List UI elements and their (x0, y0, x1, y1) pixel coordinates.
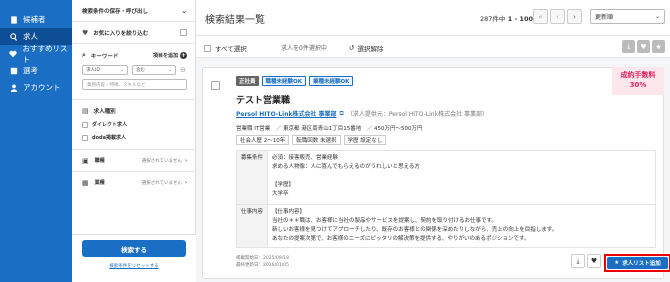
job-detail-table: 募集条件 必須：接客販売、営業経験 求める人物像：人に喜んでもらえるのがうれしい… (235, 150, 656, 248)
chevron-right-icon: › (184, 179, 187, 186)
company-link[interactable]: Persol HITO-Link株式会社 事業部 (236, 109, 337, 118)
prev-page-button[interactable]: ‹ (550, 9, 565, 24)
next-page-button[interactable]: › (567, 9, 582, 24)
employment-type-tag: 正社員 (236, 76, 259, 86)
page-title: 検索結果一覧 (205, 15, 265, 26)
job-requirements-chips: 社会人歴 2〜10年 転職回数 未選択 学歴 設定なし (236, 135, 387, 145)
external-link-icon[interactable]: ⧉ (340, 110, 344, 118)
main-area: 検索結果一覧 287件中 1 - 100件 « ‹ › » 更新順⌄ すべて選択… (196, 0, 670, 282)
tag: 業種未経験OK (308, 76, 354, 86)
results-header: 検索結果一覧 287件中 1 - 100件 « ‹ › » 更新順⌄ (196, 0, 670, 36)
clear-selection-button[interactable]: ↺ 選択解除 (349, 43, 383, 53)
nav-item-label: アカウント (23, 83, 61, 92)
add-to-list-highlight: ★ 求人リスト追加 (604, 254, 670, 272)
document-icon (9, 15, 18, 24)
undo-icon: ↺ (349, 44, 355, 52)
favorites-filter[interactable]: ♥ お気に入りを絞り込む (72, 22, 195, 44)
nav-item-label: 選考 (23, 66, 38, 75)
keyword-match-select[interactable]: 含む ⌄ (132, 65, 176, 75)
main-nav: 候補者 求人 おすすめリスト 選考 アカウント (0, 0, 72, 282)
nav-item-candidates[interactable]: 候補者 (0, 11, 72, 28)
job-type-option[interactable]: ダイレクト求人 (82, 121, 187, 128)
table-icon (9, 66, 18, 75)
job-type-section: ▤ 求人種別 ダイレクト求人 doda掲載求人 (72, 100, 195, 141)
star-icon: ★ (614, 260, 620, 266)
heart-icon (9, 49, 17, 58)
minus-icon[interactable]: ⊖ (180, 65, 186, 75)
reset-conditions-link[interactable]: 検索条件をリセットする (72, 263, 196, 269)
search-button[interactable]: 検索する (82, 240, 186, 257)
chip: 社会人歴 2〜10年 (236, 135, 290, 145)
chip: 転職回数 未選択 (292, 135, 341, 145)
job-type-option[interactable]: doda掲載求人 (82, 134, 187, 141)
description-label: 仕事内容 (235, 204, 269, 248)
chevron-down-icon: ⌄ (120, 67, 124, 73)
keyword-field-select[interactable]: 求人ID ⌄ (82, 65, 128, 75)
commission-ribbon: 成約手数料 30% (612, 67, 664, 95)
chevron-right-icon: › (184, 157, 187, 164)
favorites-label: お気に入りを絞り込む (93, 30, 149, 37)
plus-icon: + (180, 52, 187, 59)
industry-filter[interactable]: ▦ 業種 選択されていません › (72, 171, 195, 193)
requirements-text: 必須：接客販売、営業経験 求める人物像：人に喜んでもらえるのがうれしいと思える方… (267, 150, 656, 205)
sort-select[interactable]: 更新順 ⌄ (590, 9, 665, 24)
heart-icon: ♥ (82, 28, 89, 37)
nav-item-account[interactable]: アカウント (0, 79, 72, 96)
nav-item-label: おすすめリスト (22, 43, 68, 64)
selected-count: 求人を0件選択中 (281, 45, 327, 52)
chip: 学歴 設定なし (343, 135, 387, 145)
tag: 職種未経験OK (261, 76, 306, 86)
filter-footer: 検索する 検索条件をリセットする (72, 234, 196, 282)
download-icon[interactable]: ⤓ (622, 40, 635, 53)
select-all[interactable]: すべて選択 (204, 43, 247, 53)
briefcase-icon: ▣ (82, 156, 89, 165)
saved-conditions-toggle[interactable]: 検索条件の保存・呼び出し ⌄ (72, 0, 195, 22)
provider-text: （求人提供元：Persol HITO-Link株式会社 事業部） (346, 111, 488, 118)
select-all-checkbox[interactable] (204, 44, 211, 52)
job-card: 正社員 職種未経験OK 業種未経験OK 成約手数料 30% テスト営業職 Per… (202, 67, 670, 279)
requirements-label: 募集条件 (235, 150, 269, 205)
bulk-action-bar: すべて選択 求人を0件選択中 ↺ 選択解除 ⤓ ♥ ★ (196, 36, 670, 58)
keyword-title: キーワード (90, 53, 119, 60)
job-type-title: 求人種別 (93, 109, 116, 115)
occupation-filter[interactable]: ▣ 職種 選択されていません › (72, 149, 195, 171)
company-row: Persol HITO-Link株式会社 事業部 ⧉ （求人提供元：Persol… (236, 109, 488, 119)
saved-conditions-label: 検索条件の保存・呼び出し (82, 8, 149, 15)
heart-icon[interactable]: ♥ (587, 254, 601, 268)
chevron-down-icon: ⌄ (654, 13, 660, 20)
building-icon: ▦ (82, 178, 89, 187)
nav-item-selection[interactable]: 選考 (0, 62, 72, 79)
result-count: 287件中 1 - 100件 (480, 15, 540, 23)
job-tags: 正社員 職種未経験OK 業種未経験OK (236, 76, 354, 86)
job-meta: 営業職 IT営業 ／ 東京都 港区南青山1丁目15番地 ／ 450万円〜500万… (236, 126, 423, 132)
checkbox[interactable] (82, 134, 88, 141)
keyword-input[interactable]: 業務内容・特徴、スキルなど (82, 79, 187, 90)
person-icon (9, 83, 18, 92)
nav-item-recommend[interactable]: おすすめリスト (0, 43, 72, 64)
search-icon: ⌕ (82, 51, 86, 59)
job-dates: 掲載開始日：2025/09/18 最終更新日：2026/01/05 (236, 256, 289, 268)
first-page-button[interactable]: « (533, 9, 548, 24)
search-icon (9, 32, 18, 41)
keyword-section: ⌕ キーワード 項目を追加 + 求人ID ⌄ 含む ⌄ ⊖ 業務内容・特徴、スキルなど (72, 44, 195, 90)
star-icon[interactable]: ★ (652, 40, 665, 53)
chevron-down-icon: ⌄ (168, 67, 172, 73)
favorites-checkbox[interactable] (180, 29, 187, 36)
nav-item-label: 求人 (23, 32, 38, 41)
description-text: 【仕事内容】 当社の＊＊職は、お客様に当社の製品やサービスを提案し、契約を取り付… (267, 204, 656, 248)
checkbox[interactable] (82, 121, 88, 128)
heart-icon[interactable]: ♥ (637, 40, 650, 53)
job-title[interactable]: テスト営業職 (236, 93, 290, 106)
filter-panel: 検索条件の保存・呼び出し ⌄ ♥ お気に入りを絞り込む ⌕ キーワード 項目を追… (72, 0, 196, 282)
chevron-down-icon: ⌄ (181, 6, 187, 15)
job-checkbox[interactable] (211, 81, 220, 90)
nav-item-label: 候補者 (23, 15, 46, 24)
add-field-button[interactable]: 項目を追加 + (153, 52, 187, 59)
document-icon: ▤ (82, 107, 89, 115)
add-to-job-list-button[interactable]: ★ 求人リスト追加 (607, 257, 668, 269)
download-icon[interactable]: ⤓ (571, 254, 585, 268)
